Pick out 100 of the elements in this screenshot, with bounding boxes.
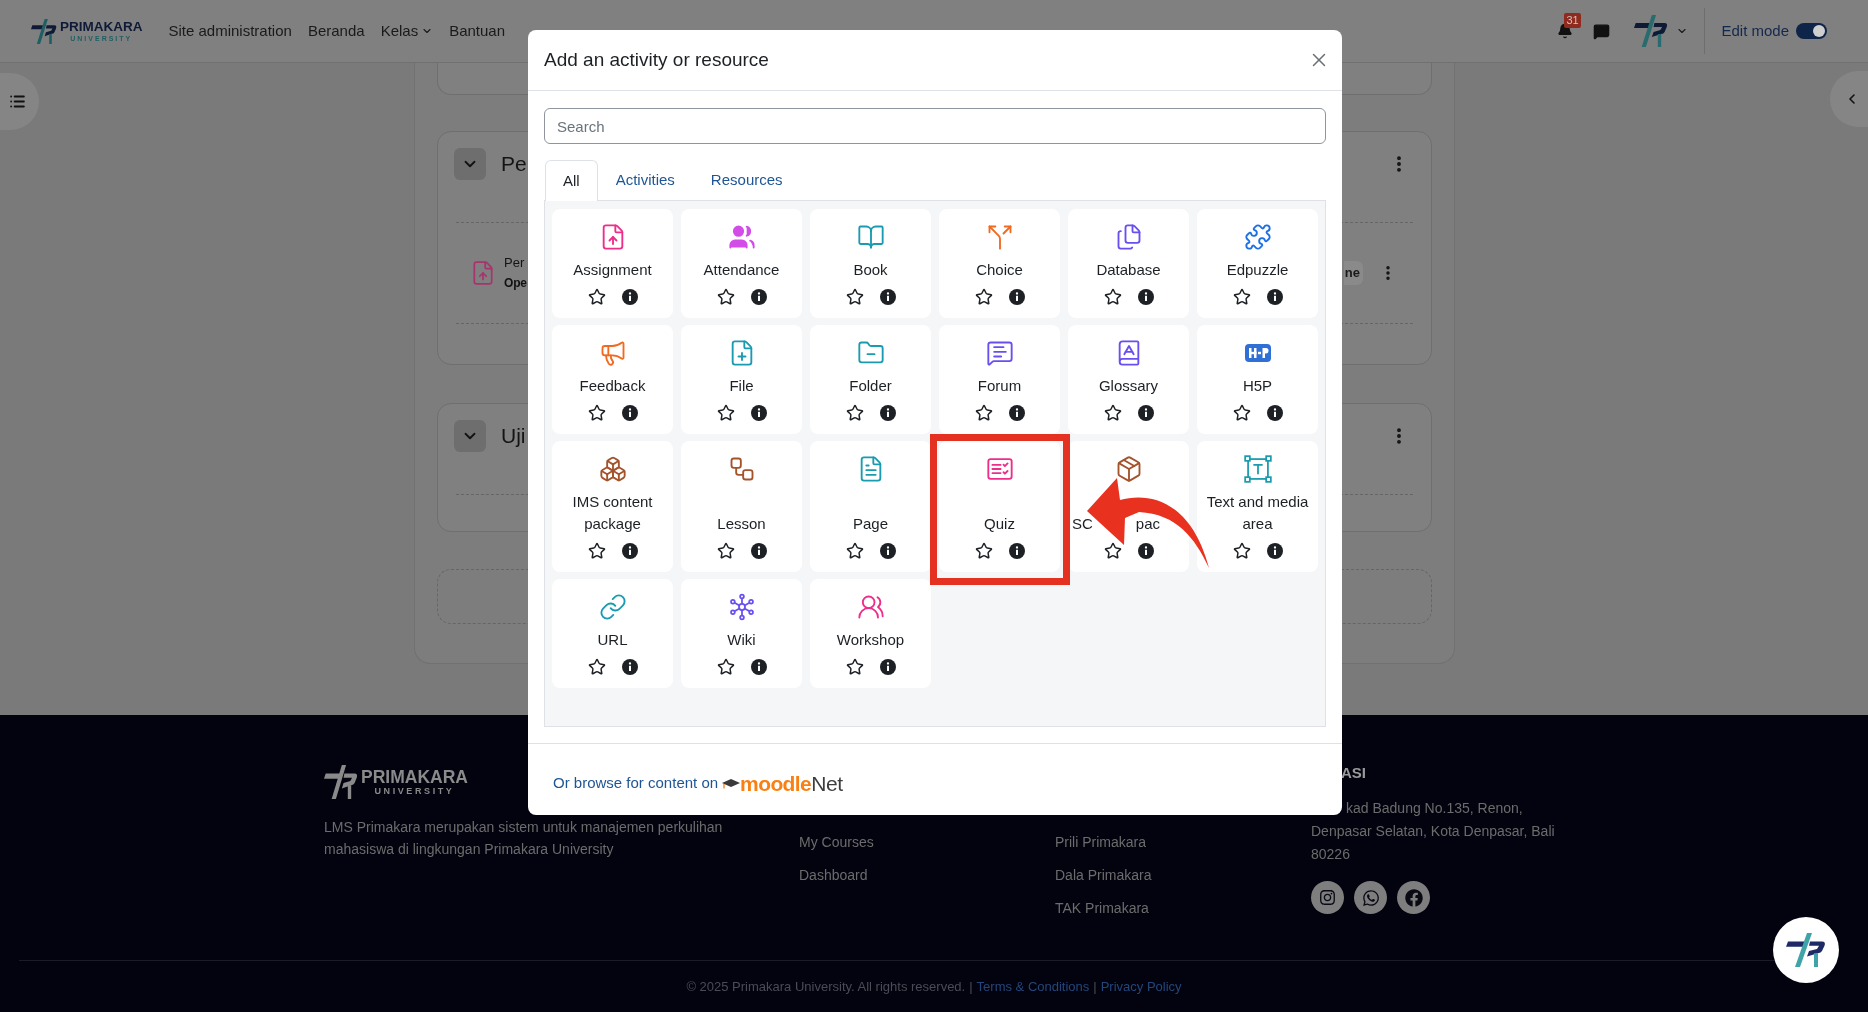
info-icon[interactable]: [1137, 405, 1154, 421]
activity-tile[interactable]: Workshop: [810, 579, 931, 688]
activity-tile[interactable]: IMS content package: [552, 441, 673, 572]
activity-tile[interactable]: Quiz: [939, 441, 1060, 572]
brand-name: PRIMAKARA: [60, 19, 143, 34]
edit-mode-toggle[interactable]: [1796, 23, 1827, 39]
star-icon[interactable]: [716, 288, 735, 306]
tile-label: Text and media area: [1205, 492, 1310, 534]
activity-tile[interactable]: Database: [1068, 209, 1189, 318]
star-icon[interactable]: [1232, 288, 1251, 306]
info-icon[interactable]: [879, 543, 896, 559]
info-icon[interactable]: [1137, 289, 1154, 305]
star-icon[interactable]: [1103, 542, 1122, 560]
info-icon[interactable]: [1266, 405, 1283, 421]
edit-mode-label: Edit mode: [1721, 20, 1789, 41]
info-icon[interactable]: [621, 405, 638, 421]
activity-tile[interactable]: Edpuzzle: [1197, 209, 1318, 318]
drawer-toggle-button[interactable]: [0, 73, 39, 130]
activity-tile[interactable]: H5P: [1197, 325, 1318, 434]
tab[interactable]: All: [545, 160, 598, 201]
info-icon[interactable]: [750, 659, 767, 675]
brand-name: PRIMAKARA: [361, 767, 468, 786]
activity-tile[interactable]: Folder: [810, 325, 931, 434]
star-icon[interactable]: [716, 542, 735, 560]
star-icon[interactable]: [1232, 404, 1251, 422]
nav-link[interactable]: Site administration: [168, 19, 292, 43]
star-icon[interactable]: [1232, 542, 1251, 560]
info-icon[interactable]: [750, 543, 767, 559]
tab[interactable]: Resources: [692, 160, 801, 201]
drawer-toggle-button[interactable]: [1830, 71, 1868, 127]
activity-tile[interactable]: URL: [552, 579, 673, 688]
tile-label: SC: [1072, 514, 1093, 534]
activity-tile[interactable]: Forum: [939, 325, 1060, 434]
tile-label: Choice: [976, 260, 1023, 280]
nav-link[interactable]: Kelas: [380, 19, 434, 43]
info-icon[interactable]: [879, 289, 896, 305]
info-icon[interactable]: [1008, 405, 1025, 421]
activity-tile[interactable]: Page: [810, 441, 931, 572]
tab[interactable]: Activities: [597, 160, 693, 201]
instagram-icon[interactable]: [1311, 881, 1344, 914]
star-icon[interactable]: [587, 542, 606, 560]
footer-heading: ASI: [1340, 763, 1367, 783]
collapse-button[interactable]: [454, 148, 486, 180]
info-icon[interactable]: [621, 659, 638, 675]
info-icon[interactable]: [621, 543, 638, 559]
star-icon[interactable]: [587, 658, 606, 676]
collapse-button[interactable]: [454, 420, 486, 452]
info-icon[interactable]: [879, 659, 896, 675]
activity-name[interactable]: Per: [504, 253, 527, 273]
footer-link[interactable]: TAK Primakara: [1055, 897, 1311, 919]
star-icon[interactable]: [587, 288, 606, 306]
star-icon[interactable]: [845, 404, 864, 422]
activity-tile[interactable]: Wiki: [681, 579, 802, 688]
footer-link[interactable]: My Courses: [799, 831, 1055, 853]
browse-content-link[interactable]: Or browse for content on moodleNet: [553, 767, 843, 800]
chat-bubble-icon[interactable]: [1593, 22, 1611, 40]
info-icon[interactable]: [1266, 289, 1283, 305]
info-icon[interactable]: [1008, 289, 1025, 305]
star-icon[interactable]: [845, 658, 864, 676]
star-icon[interactable]: [587, 404, 606, 422]
star-icon[interactable]: [845, 288, 864, 306]
nav-link[interactable]: Beranda: [307, 19, 365, 43]
footer-link[interactable]: Dala Primakara: [1055, 864, 1311, 886]
star-icon[interactable]: [974, 288, 993, 306]
star-icon[interactable]: [974, 404, 993, 422]
info-icon[interactable]: [1266, 543, 1283, 559]
activity-tile[interactable]: Choice: [939, 209, 1060, 318]
activity-tile[interactable]: File: [681, 325, 802, 434]
footer-description: LMS Primakara merupakan sistem untuk manajemen perkulihan mahasiswa di lingkungan Primakara University: [324, 818, 724, 859]
activity-tile[interactable]: Book: [810, 209, 931, 318]
tile-label: Glossary: [1098, 376, 1159, 396]
info-icon[interactable]: [1008, 543, 1025, 559]
star-icon[interactable]: [1103, 404, 1122, 422]
search-field[interactable]: Search: [544, 108, 1326, 144]
open-book-icon: [856, 223, 885, 251]
facebook-icon[interactable]: [1397, 881, 1430, 914]
activity-tile[interactable]: Lesson: [681, 441, 802, 572]
activity-tile[interactable]: Feedback: [552, 325, 673, 434]
nav-link[interactable]: Bantuan: [449, 19, 506, 43]
activity-tile[interactable]: Glossary: [1068, 325, 1189, 434]
activity-tile[interactable]: Attendance: [681, 209, 802, 318]
status-button[interactable]: ne: [1343, 261, 1363, 285]
star-icon[interactable]: [974, 542, 993, 560]
star-icon[interactable]: [716, 658, 735, 676]
info-icon[interactable]: [879, 405, 896, 421]
activity-tile[interactable]: Assignment: [552, 209, 673, 318]
info-icon[interactable]: [1137, 543, 1154, 559]
footer-link[interactable]: Prili Primakara: [1055, 831, 1311, 853]
info-icon[interactable]: [750, 289, 767, 305]
tile-label: Book: [853, 260, 888, 280]
whatsapp-icon[interactable]: [1354, 881, 1387, 914]
activity-tile[interactable]: Text and media area: [1197, 441, 1318, 572]
footer-link[interactable]: Dashboard: [799, 864, 1055, 886]
star-icon[interactable]: [716, 404, 735, 422]
star-icon[interactable]: [1103, 288, 1122, 306]
info-icon[interactable]: [750, 405, 767, 421]
star-icon[interactable]: [845, 542, 864, 560]
tile-label: Database: [1096, 260, 1161, 280]
info-icon[interactable]: [621, 289, 638, 305]
address-line: kad Badung No.135, Renon,: [1345, 799, 1524, 818]
